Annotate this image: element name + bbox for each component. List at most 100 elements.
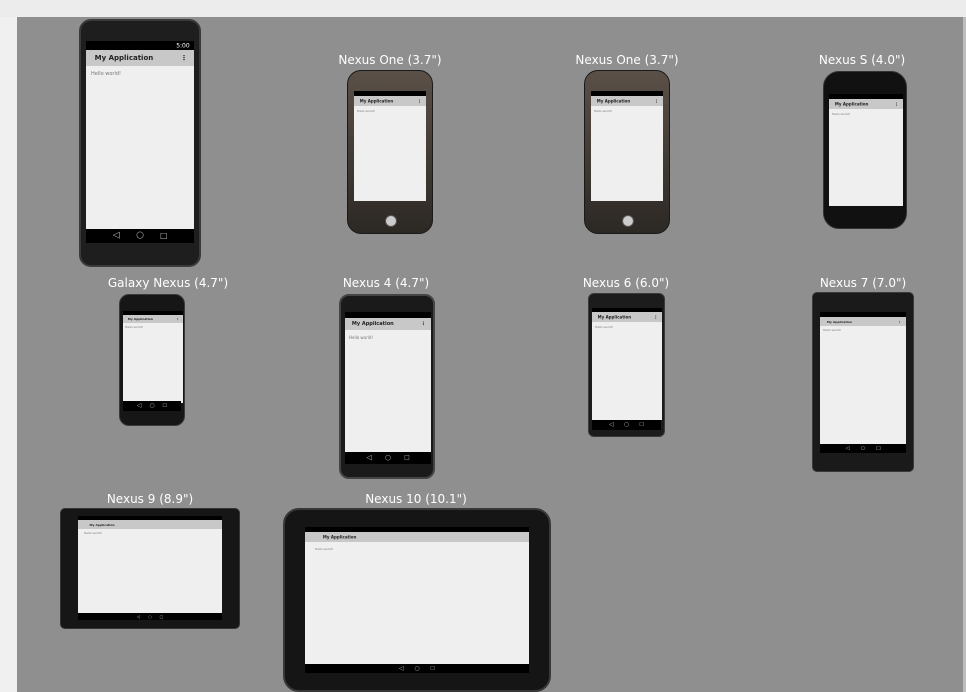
action-bar: My Application ⋮	[86, 50, 194, 66]
title-bar	[0, 0, 966, 18]
status-time: 5:00	[176, 42, 190, 49]
overflow-menu-icon[interactable]: ⋮	[421, 321, 426, 327]
app-title: My Application	[351, 321, 394, 327]
device-screen: My Application ⋮ Hello world!	[591, 91, 663, 201]
app-title: My Application	[94, 54, 154, 62]
overflow-menu-icon[interactable]: ⋮	[655, 99, 659, 104]
action-bar: My Application ⋮	[345, 318, 431, 330]
action-bar: My Application ⋮	[123, 315, 183, 323]
device-label-nexus-6: Nexus 6 (6.0")	[582, 276, 670, 290]
hello-text: Hello world!	[832, 112, 851, 116]
device-label-nexus-7: Nexus 7 (7.0")	[819, 276, 907, 290]
action-bar: My Application ⋮	[354, 96, 426, 106]
app-title: My Application	[597, 314, 632, 320]
hello-text: Hello world!	[349, 335, 374, 340]
action-bar: My Application ⋮	[591, 96, 663, 106]
app-title: My Application	[826, 319, 852, 324]
device-nexus-9[interactable]: My Application Hello world! ◁ ○ □	[60, 508, 240, 629]
device-galaxy-nexus[interactable]: My Application ⋮ Hello world! ◁ ○ □	[119, 294, 185, 426]
device-label-nexus-one-a: Nexus One (3.7")	[338, 53, 442, 67]
overflow-menu-icon[interactable]: ⋮	[181, 54, 188, 62]
overflow-menu-icon[interactable]: ⋮	[895, 102, 899, 107]
back-icon[interactable]: ◁	[609, 422, 614, 428]
home-icon[interactable]: ○	[136, 231, 144, 241]
recents-icon[interactable]: □	[162, 403, 167, 409]
device-label-nexus-10: Nexus 10 (10.1")	[365, 492, 467, 506]
device-screen: My Application Hello world! ◁ ○ □	[78, 516, 222, 620]
status-bar: 5:00	[86, 41, 194, 50]
overflow-menu-icon[interactable]: ⋮	[176, 317, 179, 321]
back-icon[interactable]: ◁	[846, 446, 850, 451]
device-label-nexus-one-b: Nexus One (3.7")	[575, 53, 679, 67]
hello-text: Hello world!	[84, 531, 103, 535]
device-label-galaxy-nexus: Galaxy Nexus (4.7")	[107, 276, 229, 290]
device-screen: 5:00 My Application ⋮ Hello world! ◁ ○ □	[86, 41, 194, 243]
hello-text: Hello world!	[823, 328, 842, 332]
recents-icon[interactable]: □	[404, 455, 410, 461]
home-icon[interactable]: ○	[149, 403, 154, 409]
nav-bar: ◁ ○ □	[86, 229, 194, 243]
device-nexus-4[interactable]: My Application ⋮ Hello world! ◁ ○ □	[339, 294, 435, 479]
left-gutter	[0, 17, 18, 692]
device-screen: My Application ⋮ Hello world! ◁ ○ □	[345, 312, 431, 464]
app-title: My Application	[834, 101, 869, 107]
device-nexus-s[interactable]: My Application ⋮ Hello world!	[823, 71, 907, 229]
nav-bar: ◁ ○ □	[78, 613, 222, 620]
back-icon[interactable]: ◁	[137, 403, 142, 409]
home-icon[interactable]: ○	[861, 446, 865, 451]
device-screen: My Application ⋮ Hello world!	[354, 91, 426, 201]
app-title: My Application	[89, 522, 115, 527]
device-nexus-6[interactable]: My Application ⋮ Hello world! ◁ ○ □	[588, 293, 665, 437]
back-icon[interactable]: ◁	[366, 454, 371, 462]
back-icon[interactable]: ◁	[113, 231, 120, 241]
hello-text: Hello world!	[357, 109, 376, 113]
app-title: My Application	[322, 534, 357, 540]
recents-icon[interactable]: □	[430, 666, 435, 671]
recents-icon[interactable]: □	[876, 446, 881, 451]
hello-text: Hello world!	[595, 325, 614, 329]
trackball[interactable]	[385, 215, 397, 227]
app-title: My Application	[359, 98, 394, 104]
home-icon[interactable]: ○	[414, 665, 419, 672]
device-label-nexus-s: Nexus S (4.0")	[818, 53, 906, 67]
home-icon[interactable]: ○	[385, 454, 391, 462]
recents-icon[interactable]: □	[160, 614, 164, 619]
overflow-menu-icon[interactable]: ⋮	[654, 315, 658, 320]
action-bar: My Application ⋮	[820, 317, 906, 326]
hello-text: Hello world!	[125, 325, 144, 329]
home-icon[interactable]: ○	[148, 614, 152, 619]
hello-text: Hello world!	[594, 109, 613, 113]
device-nexus-one-b[interactable]: My Application ⋮ Hello world!	[584, 70, 670, 234]
action-bar: My Application ⋮	[592, 312, 662, 322]
app-title: My Application	[596, 98, 631, 104]
device-screen: My Application ⋮ Hello world!	[592, 308, 662, 420]
action-bar: My Application	[305, 532, 529, 542]
overflow-menu-icon[interactable]: ⋮	[898, 320, 901, 324]
app-title: My Application	[127, 317, 153, 321]
device-screen: My Application Hello world! ◁ ○ □	[305, 527, 529, 673]
back-icon[interactable]: ◁	[399, 665, 404, 672]
device-nexus-10[interactable]: My Application Hello world! ◁ ○ □	[283, 508, 551, 692]
nav-bar: ◁ ○ □	[345, 452, 431, 464]
device-nexus-one-a[interactable]: My Application ⋮ Hello world!	[347, 70, 433, 234]
device-screen: My Application ⋮ Hello world!	[820, 312, 906, 446]
preview-canvas: Nexus One (3.7") Nexus One (3.7") Nexus …	[17, 17, 966, 692]
nav-bar: ◁ ○ □	[123, 401, 181, 411]
device-screen: My Application ⋮ Hello world!	[829, 94, 903, 206]
device-label-nexus-9: Nexus 9 (8.9")	[106, 492, 194, 506]
device-nexus-7[interactable]: My Application ⋮ Hello world! ◁ ○ □	[812, 292, 914, 472]
home-icon[interactable]: ○	[624, 422, 629, 428]
recents-icon[interactable]: □	[639, 422, 644, 428]
nav-bar: ◁ ○ □	[305, 664, 529, 673]
trackball[interactable]	[622, 215, 634, 227]
overflow-menu-icon[interactable]: ⋮	[418, 99, 422, 104]
device-label-nexus-4: Nexus 4 (4.7")	[342, 276, 430, 290]
device-generic[interactable]: 5:00 My Application ⋮ Hello world! ◁ ○ □	[79, 19, 201, 267]
recents-icon[interactable]: □	[160, 232, 168, 240]
back-icon[interactable]: ◁	[137, 614, 140, 619]
hello-text: Hello world!	[91, 71, 122, 77]
hello-text: Hello world!	[315, 547, 334, 551]
action-bar: My Application	[78, 520, 222, 529]
nav-bar: ◁ ○ □	[592, 420, 661, 430]
device-screen: My Application ⋮ Hello world!	[123, 311, 183, 403]
